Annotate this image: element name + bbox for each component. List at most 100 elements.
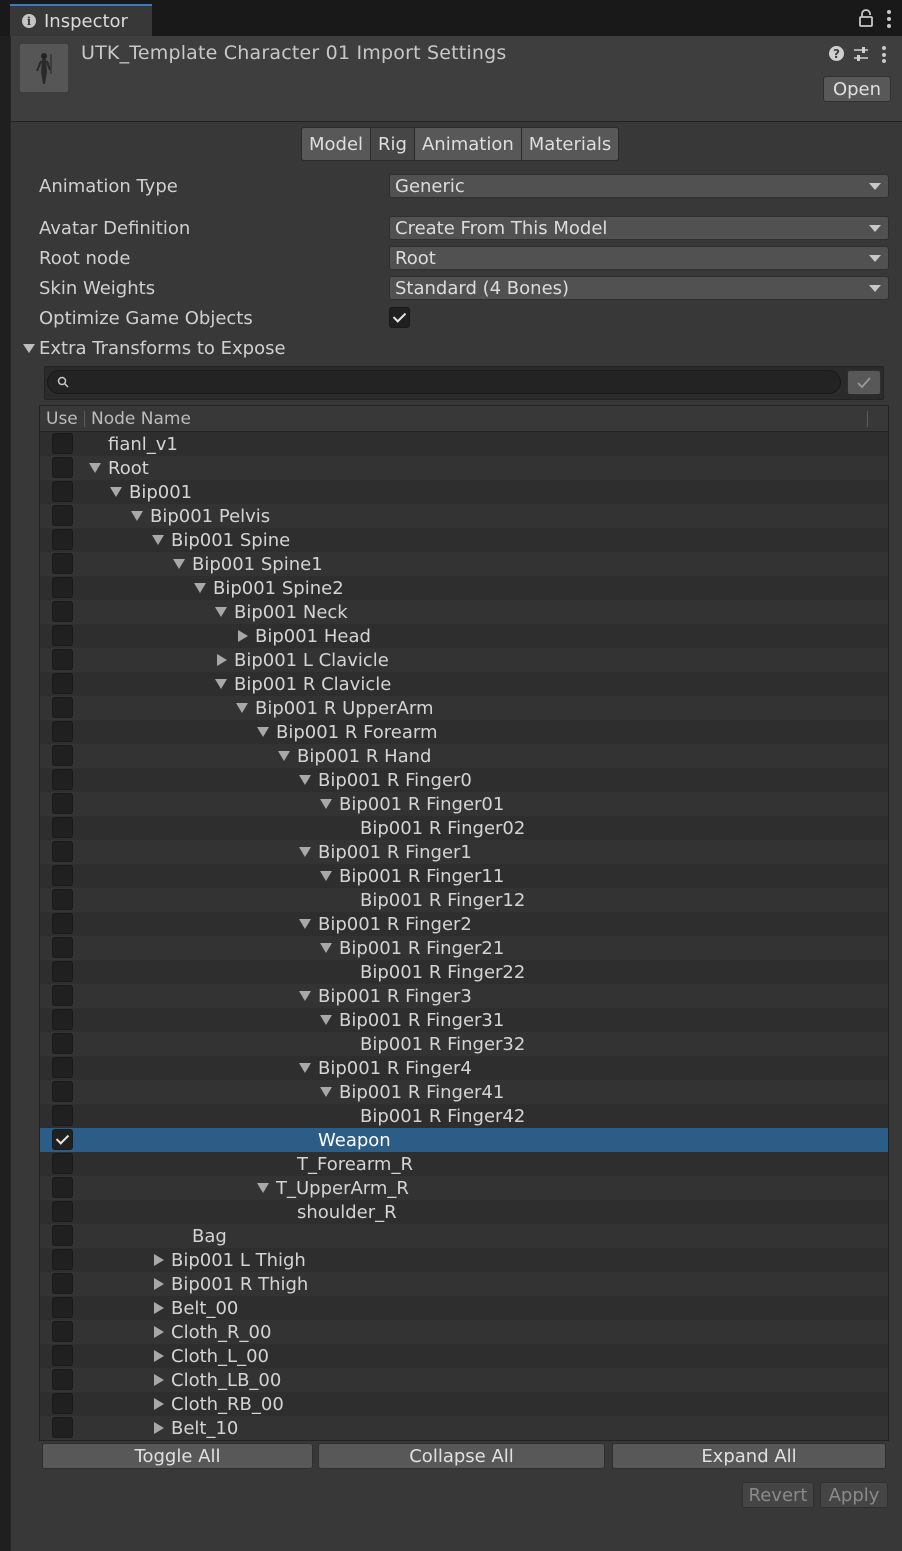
tree-row[interactable]: Bip001 R Hand	[40, 744, 888, 768]
use-checkbox[interactable]	[52, 553, 73, 574]
lock-icon[interactable]	[858, 8, 874, 28]
use-checkbox[interactable]	[52, 1225, 73, 1246]
expand-arrow-open-icon[interactable]	[320, 943, 332, 953]
tree-row[interactable]: Bip001 Spine	[40, 528, 888, 552]
tree-row[interactable]: Bip001 R Finger31	[40, 1008, 888, 1032]
tree-row[interactable]: Cloth_LB_00	[40, 1368, 888, 1392]
tree-row[interactable]: Bip001 R Finger2	[40, 912, 888, 936]
tab-materials[interactable]: Materials	[520, 127, 620, 161]
expand-arrow-open-icon[interactable]	[320, 1087, 332, 1097]
expand-arrow-closed-icon[interactable]	[154, 1302, 164, 1314]
use-checkbox[interactable]	[52, 1009, 73, 1030]
use-checkbox[interactable]	[52, 529, 73, 550]
kebab-menu-icon[interactable]	[886, 10, 892, 28]
tree-row[interactable]: Cloth_L_00	[40, 1344, 888, 1368]
tree-row[interactable]: Bag	[40, 1224, 888, 1248]
tree-row[interactable]: Bip001 R Finger32	[40, 1032, 888, 1056]
tree-row[interactable]: Bip001 R Finger02	[40, 816, 888, 840]
use-checkbox[interactable]	[52, 1081, 73, 1102]
tree-row[interactable]: Bip001 R Finger0	[40, 768, 888, 792]
search-input[interactable]	[47, 370, 841, 394]
avatar-definition-dropdown[interactable]: Create From This Model	[389, 216, 889, 240]
collapse-all-button[interactable]: Collapse All	[318, 1443, 605, 1469]
tree-row[interactable]: Bip001 L Thigh	[40, 1248, 888, 1272]
use-checkbox[interactable]	[52, 1153, 73, 1174]
tree-row[interactable]: Cloth_RB_00	[40, 1392, 888, 1416]
use-checkbox[interactable]	[52, 433, 73, 454]
use-checkbox[interactable]	[52, 505, 73, 526]
tree-row[interactable]: Bip001 L Clavicle	[40, 648, 888, 672]
apply-button[interactable]: Apply	[820, 1482, 888, 1508]
expand-arrow-closed-icon[interactable]	[154, 1422, 164, 1434]
use-checkbox[interactable]	[52, 1321, 73, 1342]
tree-row[interactable]: Cloth_R_00	[40, 1320, 888, 1344]
tree-row[interactable]: Bip001 R Finger41	[40, 1080, 888, 1104]
use-checkbox[interactable]	[52, 937, 73, 958]
expand-arrow-closed-icon[interactable]	[154, 1278, 164, 1290]
expand-arrow-open-icon[interactable]	[299, 919, 311, 929]
use-checkbox[interactable]	[52, 865, 73, 886]
expand-arrow-closed-icon[interactable]	[154, 1398, 164, 1410]
use-checkbox[interactable]	[52, 1249, 73, 1270]
expand-arrow-open-icon[interactable]	[194, 583, 206, 593]
use-checkbox[interactable]	[52, 1177, 73, 1198]
tree-row[interactable]: Bip001 R Clavicle	[40, 672, 888, 696]
tree-row[interactable]: Bip001 Head	[40, 624, 888, 648]
use-checkbox[interactable]	[52, 1033, 73, 1054]
expand-arrow-open-icon[interactable]	[320, 1015, 332, 1025]
expand-arrow-open-icon[interactable]	[320, 799, 332, 809]
expand-arrow-closed-icon[interactable]	[154, 1326, 164, 1338]
expand-all-button[interactable]: Expand All	[612, 1443, 886, 1469]
root-node-dropdown[interactable]: Root	[389, 246, 889, 270]
use-checkbox[interactable]	[52, 841, 73, 862]
use-checkbox[interactable]	[52, 913, 73, 934]
use-checkbox[interactable]	[52, 457, 73, 478]
use-checkbox[interactable]	[52, 1393, 73, 1414]
use-checkbox[interactable]	[52, 769, 73, 790]
toggle-all-button[interactable]: Toggle All	[42, 1443, 313, 1469]
expand-arrow-open-icon[interactable]	[173, 559, 185, 569]
tree-row[interactable]: Weapon	[40, 1128, 888, 1152]
use-checkbox[interactable]	[52, 625, 73, 646]
expand-arrow-open-icon[interactable]	[257, 1183, 269, 1193]
use-checkbox[interactable]	[52, 961, 73, 982]
expand-arrow-open-icon[interactable]	[278, 751, 290, 761]
tree-row[interactable]: Bip001 R Finger01	[40, 792, 888, 816]
use-checkbox[interactable]	[52, 817, 73, 838]
tree-row[interactable]: Bip001 R Thigh	[40, 1272, 888, 1296]
tree-row[interactable]: Belt_10	[40, 1416, 888, 1440]
use-checkbox[interactable]	[52, 1369, 73, 1390]
tree-row[interactable]: Bip001 R Finger4	[40, 1056, 888, 1080]
column-header-node-name[interactable]: Node Name	[85, 409, 191, 429]
use-checkbox[interactable]	[52, 1297, 73, 1318]
open-button[interactable]: Open	[823, 76, 891, 102]
tab-model[interactable]: Model	[301, 127, 372, 161]
use-checkbox[interactable]	[52, 1345, 73, 1366]
expand-arrow-open-icon[interactable]	[299, 775, 311, 785]
tree-row[interactable]: Bip001 R Finger3	[40, 984, 888, 1008]
use-checkbox[interactable]	[52, 721, 73, 742]
expand-arrow-closed-icon[interactable]	[154, 1254, 164, 1266]
expand-arrow-open-icon[interactable]	[89, 463, 101, 473]
tree-row[interactable]: Bip001 R Forearm	[40, 720, 888, 744]
use-checkbox[interactable]	[52, 697, 73, 718]
expand-arrow-open-icon[interactable]	[110, 487, 122, 497]
skin-weights-dropdown[interactable]: Standard (4 Bones)	[389, 276, 889, 300]
expand-arrow-open-icon[interactable]	[215, 679, 227, 689]
tree-row[interactable]: Bip001 Neck	[40, 600, 888, 624]
kebab-menu-icon[interactable]	[881, 46, 887, 63]
tree-row[interactable]: Bip001 R Finger1	[40, 840, 888, 864]
help-icon[interactable]: ?	[829, 46, 844, 61]
expand-arrow-closed-icon[interactable]	[217, 654, 227, 666]
expand-arrow-open-icon[interactable]	[257, 727, 269, 737]
optimize-game-objects-checkbox[interactable]	[389, 307, 410, 328]
use-checkbox[interactable]	[52, 649, 73, 670]
tree-row[interactable]: Bip001 R Finger11	[40, 864, 888, 888]
tree-row[interactable]: T_UpperArm_R	[40, 1176, 888, 1200]
tree-row[interactable]: Bip001 R Finger12	[40, 888, 888, 912]
expand-arrow-closed-icon[interactable]	[154, 1374, 164, 1386]
preset-sliders-icon[interactable]	[852, 45, 870, 63]
tree-row[interactable]: fianl_v1	[40, 432, 888, 456]
expand-arrow-closed-icon[interactable]	[238, 630, 248, 642]
use-checkbox[interactable]	[52, 889, 73, 910]
